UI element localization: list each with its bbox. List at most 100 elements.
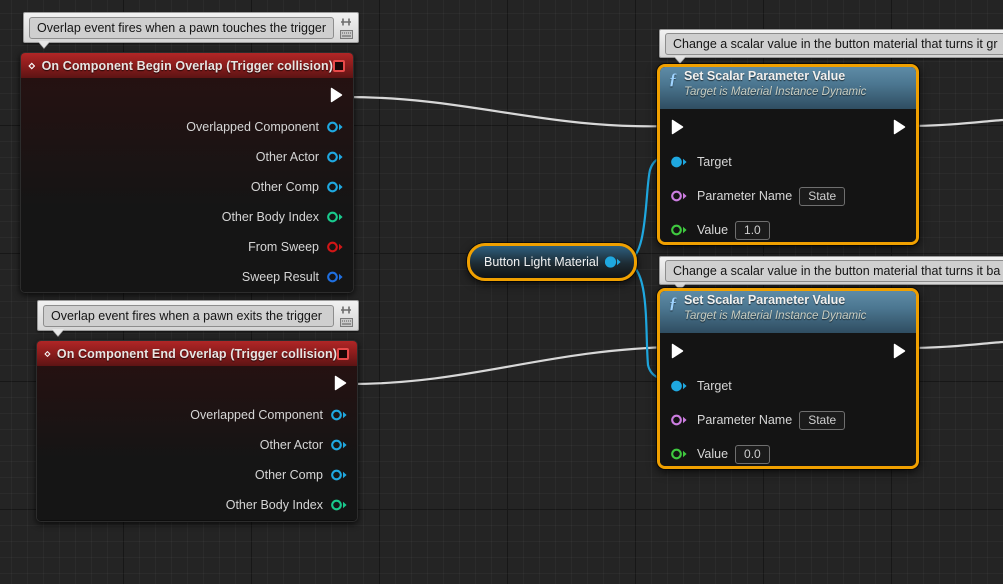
pin-row-other-comp[interactable]: Other Comp [21, 172, 353, 202]
pin-label: Value [697, 223, 729, 237]
node-header: ƒ Set Scalar Parameter Value Target is M… [660, 291, 916, 333]
pin-label: Parameter Name [697, 189, 793, 203]
node-title: Set Scalar Parameter Value [684, 293, 846, 307]
red-square-icon[interactable] [337, 347, 349, 360]
node-title: On Component Begin Overlap (Trigger coll… [41, 58, 333, 73]
node-body: Target Parameter Name State [660, 109, 916, 242]
event-diamond-icon [28, 61, 36, 70]
exec-out-pin[interactable] [330, 87, 344, 103]
pin-row-target[interactable]: Target [660, 145, 916, 179]
comment-buttons[interactable] [338, 17, 354, 39]
node-title: Set Scalar Parameter Value [684, 69, 846, 83]
node-body: Target Parameter Name State [660, 333, 916, 466]
event-diamond-icon [44, 350, 51, 357]
parameter-name-input[interactable]: State [799, 410, 846, 430]
blueprint-graph-canvas[interactable]: Overlap event fires when a pawn touches … [0, 0, 1003, 584]
object-pin-icon[interactable] [671, 156, 688, 168]
comment-text: Overlap event fires when a pawn touches … [29, 16, 334, 39]
exec-out-pin[interactable] [893, 119, 907, 135]
object-pin-icon[interactable] [331, 409, 348, 421]
pin-row-sweep-result[interactable]: Sweep Result [21, 262, 353, 292]
float-pin-icon[interactable] [671, 448, 688, 460]
exec-in-pin[interactable] [671, 119, 685, 135]
comment-text: Overlap event fires when a pawn exits th… [43, 304, 334, 327]
comment-text: Change a scalar value in the button mate… [665, 259, 1003, 282]
pin-row-other-actor[interactable]: Other Actor [37, 430, 357, 460]
pin-label: Other Actor [255, 150, 319, 164]
node-set-scalar-parameter-value-on[interactable]: ƒ Set Scalar Parameter Value Target is M… [657, 64, 919, 245]
exec-row [660, 109, 916, 145]
red-square-icon[interactable] [333, 59, 345, 72]
node-set-scalar-parameter-value-off[interactable]: ƒ Set Scalar Parameter Value Target is M… [657, 288, 919, 469]
pin-row-from-sweep[interactable]: From Sweep [21, 232, 353, 262]
exec-out-row [21, 78, 353, 112]
comment-bubble-set-scalar-off[interactable]: Change a scalar value in the button mate… [659, 256, 1003, 285]
object-pin-icon[interactable] [331, 439, 348, 451]
node-header: ƒ Set Scalar Parameter Value Target is M… [660, 67, 916, 109]
pin-label: Sweep Result [241, 270, 319, 284]
comment-bubble-begin-overlap[interactable]: Overlap event fires when a pawn touches … [23, 12, 359, 43]
object-pin-icon[interactable] [327, 121, 344, 133]
object-pin-icon[interactable] [327, 151, 344, 163]
value-input[interactable]: 0.0 [735, 444, 770, 464]
integer-pin-icon[interactable] [331, 499, 348, 511]
pin-row-overlapped-component[interactable]: Overlapped Component [37, 400, 357, 430]
pin-label: Other Body Index [221, 210, 319, 224]
node-subtitle: Target is Material Instance Dynamic [684, 85, 867, 98]
node-on-component-end-overlap[interactable]: On Component End Overlap (Trigger collis… [36, 340, 358, 522]
parameter-name-input[interactable]: State [799, 186, 846, 206]
object-pin-icon[interactable] [604, 256, 622, 268]
value-input[interactable]: 1.0 [735, 220, 770, 240]
node-body: Overlapped Component Other Actor Other C… [37, 366, 357, 520]
pin-row-target[interactable]: Target [660, 369, 916, 403]
pin-row-other-actor[interactable]: Other Actor [21, 142, 353, 172]
exec-out-pin[interactable] [893, 343, 907, 359]
struct-pin-icon[interactable] [327, 271, 344, 283]
pin-label: Other Body Index [225, 498, 323, 512]
pin-row-parameter-name[interactable]: Parameter Name State [660, 403, 916, 437]
pin-label: Overlapped Component [190, 408, 323, 422]
pin-label: From Sweep [248, 240, 319, 254]
pin-row-overlapped-component[interactable]: Overlapped Component [21, 112, 353, 142]
keyboard-icon[interactable] [339, 317, 353, 327]
exec-row [660, 333, 916, 369]
pin-label: Value [697, 447, 729, 461]
comment-text: Change a scalar value in the button mate… [665, 32, 1003, 55]
pin-label: Other Comp [250, 180, 319, 194]
pin-label: Target [697, 155, 732, 169]
pin-row-value[interactable]: Value 0.0 [660, 437, 916, 466]
comment-bubble-end-overlap[interactable]: Overlap event fires when a pawn exits th… [37, 300, 359, 331]
exec-out-pin[interactable] [334, 375, 348, 391]
pin-label: Overlapped Component [186, 120, 319, 134]
comment-bubble-set-scalar-on[interactable]: Change a scalar value in the button mate… [659, 29, 1003, 58]
name-pin-icon[interactable] [671, 190, 688, 202]
pin-icon[interactable] [339, 17, 353, 28]
pin-row-other-comp[interactable]: Other Comp [37, 460, 357, 490]
node-body: Overlapped Component Other Actor Other C… [21, 78, 353, 292]
object-pin-icon[interactable] [327, 181, 344, 193]
pin-row-value[interactable]: Value 1.0 [660, 213, 916, 242]
comment-buttons[interactable] [338, 305, 354, 327]
node-button-light-material-getter[interactable]: Button Light Material [467, 243, 637, 281]
function-f-icon: ƒ [669, 71, 677, 88]
pin-label: Other Actor [259, 438, 323, 452]
name-pin-icon[interactable] [671, 414, 688, 426]
object-pin-icon[interactable] [671, 380, 688, 392]
function-f-icon: ƒ [669, 295, 677, 312]
node-on-component-begin-overlap[interactable]: On Component Begin Overlap (Trigger coll… [20, 52, 354, 293]
pin-icon[interactable] [339, 305, 353, 316]
boolean-pin-icon[interactable] [327, 241, 344, 253]
exec-out-row [37, 366, 357, 400]
pin-row-other-body-index[interactable]: Other Body Index [37, 490, 357, 520]
object-pin-icon[interactable] [331, 469, 348, 481]
node-title: On Component End Overlap (Trigger collis… [56, 346, 337, 361]
node-header: On Component End Overlap (Trigger collis… [37, 341, 357, 366]
pin-row-parameter-name[interactable]: Parameter Name State [660, 179, 916, 213]
pin-label: Other Comp [254, 468, 323, 482]
float-pin-icon[interactable] [671, 224, 688, 236]
keyboard-icon[interactable] [339, 29, 353, 39]
exec-in-pin[interactable] [671, 343, 685, 359]
pin-label: Parameter Name [697, 413, 793, 427]
pin-row-other-body-index[interactable]: Other Body Index [21, 202, 353, 232]
integer-pin-icon[interactable] [327, 211, 344, 223]
